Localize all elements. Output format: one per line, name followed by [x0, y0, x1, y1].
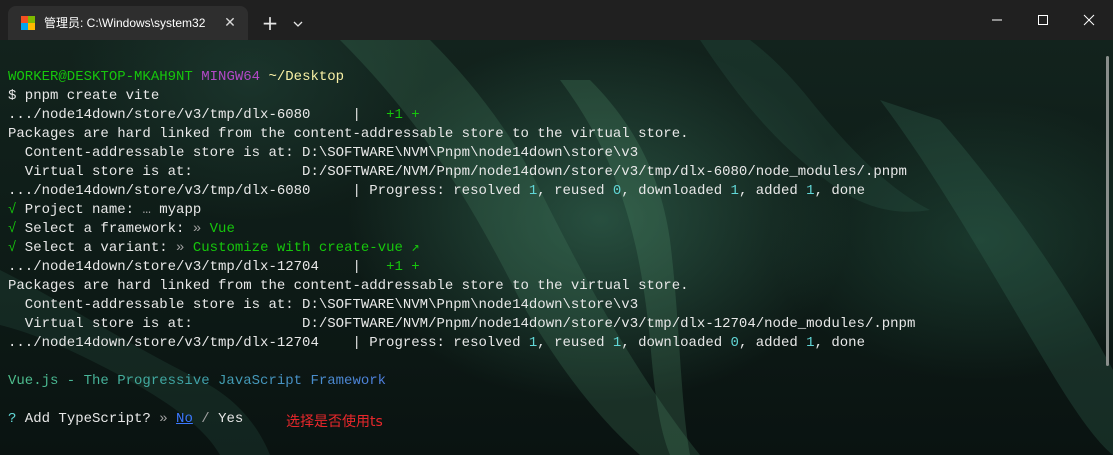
prompt-user-host: WORKER@DESKTOP-MKAH9NT — [8, 69, 193, 85]
line-text: .../node14down/store/v3/tmp/dlx-6080 | P… — [8, 183, 529, 199]
framework-value: Vue — [209, 221, 235, 237]
terminal-pane[interactable]: WORKER@DESKTOP-MKAH9NT MINGW64 ~/Desktop… — [0, 40, 1113, 455]
output-line: Virtual store is at: D:/SOFTWARE/NVM/Pnp… — [8, 164, 907, 180]
terminal-tab[interactable]: 管理员: C:\Windows\system32 ✕ — [8, 6, 248, 40]
output-line: Packages are hard linked from the conten… — [8, 278, 689, 294]
added-count: +1 + — [386, 107, 420, 123]
chevron-down-icon[interactable] — [290, 16, 306, 32]
option-separator: / — [192, 411, 219, 427]
prompt-line: WORKER@DESKTOP-MKAH9NT MINGW64 ~/Desktop — [8, 68, 1098, 87]
project-name-line: √ Project name: … myapp — [8, 201, 1098, 220]
added-count: +1 + — [386, 259, 420, 275]
line-text: , reused — [537, 335, 613, 351]
annotation-note: 选择是否使用ts — [286, 414, 383, 430]
prompt-shell: MINGW64 — [201, 69, 261, 85]
prompt-path: ~/Desktop — [268, 69, 345, 85]
option-no[interactable]: No — [176, 411, 193, 427]
tab-close-icon[interactable]: ✕ — [220, 13, 240, 33]
vue-banner-text: Vue.js - The Progressive JavaScript Fram… — [8, 373, 387, 389]
output-line: Content-addressable store is at: D:\SOFT… — [8, 297, 639, 313]
title-bar: 管理员: C:\Windows\system32 ✕ + — [0, 0, 1113, 40]
line-text: , done — [814, 183, 865, 199]
git-bash-icon — [21, 16, 35, 30]
option-yes[interactable]: Yes — [218, 411, 243, 427]
line-text: , done — [814, 335, 865, 351]
output-line: Packages are hard linked from the conten… — [8, 126, 689, 142]
close-icon[interactable] — [1066, 6, 1112, 34]
prompt-label: Select a framework: — [16, 221, 193, 237]
added-count: 1 — [806, 335, 815, 351]
project-name-value: myapp — [159, 202, 202, 218]
prompt-label: Select a variant: — [16, 240, 177, 256]
terminal-output: WORKER@DESKTOP-MKAH9NT MINGW64 ~/Desktop… — [8, 68, 1098, 429]
line-text: .../node14down/store/v3/tmp/dlx-12704 | … — [8, 335, 529, 351]
prompt-label: Project name: — [16, 202, 143, 218]
tab-title: 管理员: C:\Windows\system32 — [44, 16, 206, 30]
downloaded-count: 0 — [730, 335, 739, 351]
line-text: .../node14down/store/v3/tmp/dlx-6080 | — [8, 107, 387, 123]
line-text: , downloaded — [621, 335, 731, 351]
separator: » — [176, 240, 193, 256]
line-text: , reused — [537, 183, 613, 199]
line-text: , downloaded — [621, 183, 731, 199]
progress-line: .../node14down/store/v3/tmp/dlx-12704 | … — [8, 334, 1098, 353]
line-text: , added — [738, 183, 807, 199]
variant-line: √ Select a variant: » Customize with cre… — [8, 239, 1098, 258]
new-tab-button[interactable]: + — [258, 13, 282, 35]
scrollbar[interactable] — [1106, 56, 1109, 366]
variant-value: Customize with create-vue ↗ — [192, 240, 420, 256]
separator: » — [192, 221, 210, 237]
maximize-icon[interactable] — [1020, 6, 1066, 34]
ellipsis: … — [142, 202, 160, 218]
output-line: .../node14down/store/v3/tmp/dlx-6080 | +… — [8, 106, 1098, 125]
typescript-prompt[interactable]: ? Add TypeScript? » No / Yes — [8, 410, 1098, 429]
downloaded-count: 1 — [730, 183, 739, 199]
separator: » — [159, 411, 177, 427]
prompt-label: Add TypeScript? — [16, 411, 160, 427]
output-line: .../node14down/store/v3/tmp/dlx-12704 | … — [8, 258, 1098, 277]
output-line: Virtual store is at: D:/SOFTWARE/NVM/Pnp… — [8, 316, 916, 332]
minimize-icon[interactable] — [974, 6, 1020, 34]
vue-banner: Vue.js - The Progressive JavaScript Fram… — [8, 372, 1098, 391]
progress-line: .../node14down/store/v3/tmp/dlx-6080 | P… — [8, 182, 1098, 201]
line-text: , added — [738, 335, 807, 351]
output-line: Content-addressable store is at: D:\SOFT… — [8, 145, 639, 161]
command-line: $ pnpm create vite — [8, 88, 160, 104]
added-count: 1 — [806, 183, 815, 199]
framework-line: √ Select a framework: » Vue — [8, 220, 1098, 239]
line-text: .../node14down/store/v3/tmp/dlx-12704 | — [8, 259, 387, 275]
